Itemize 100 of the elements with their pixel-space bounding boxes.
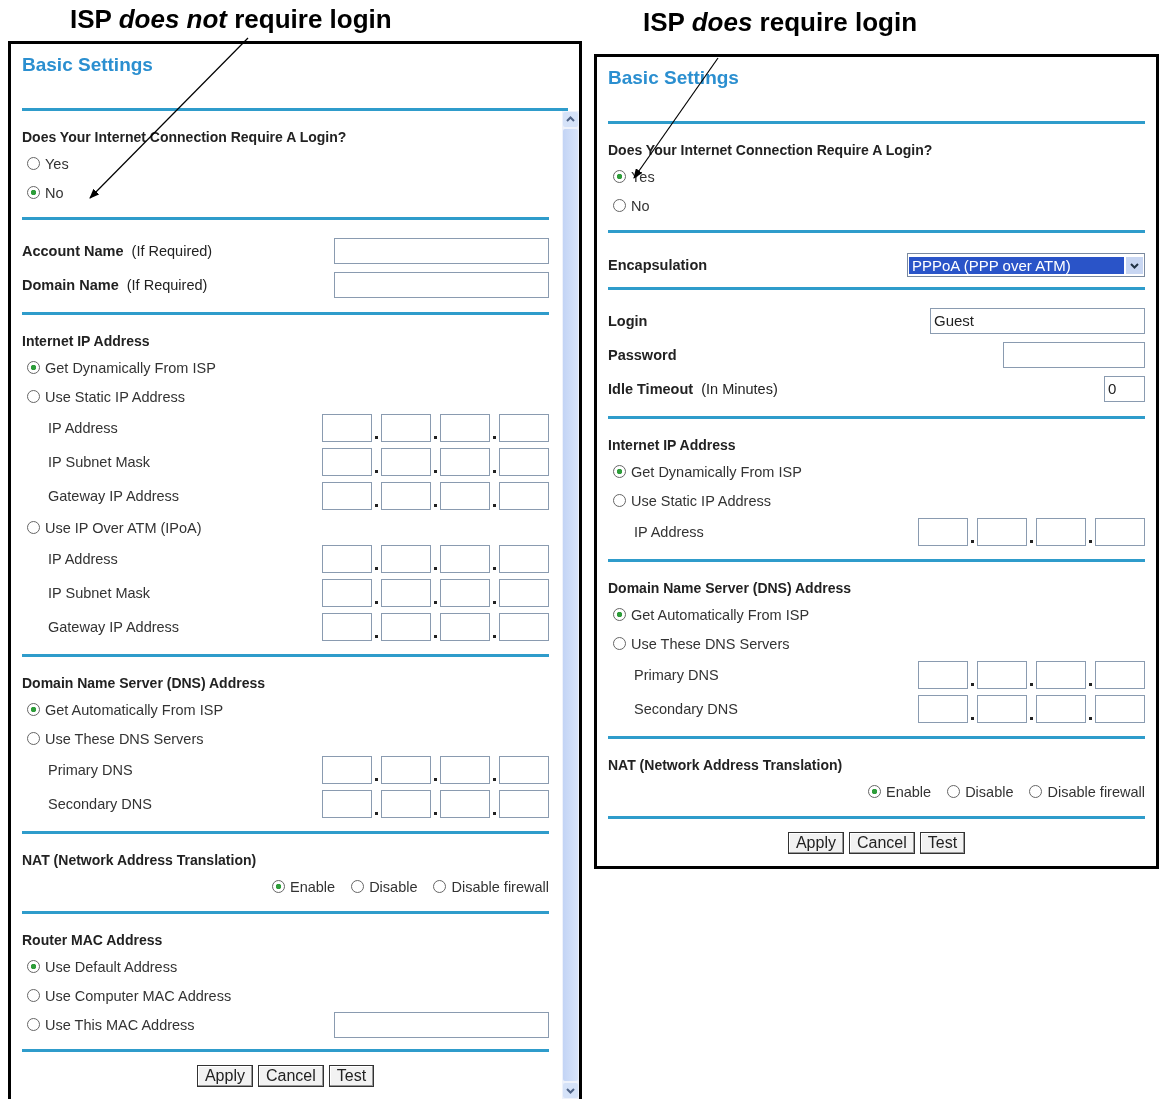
ip-octet-field[interactable] (322, 756, 372, 784)
scroll-up-icon[interactable] (563, 112, 578, 127)
radio-button[interactable] (613, 465, 626, 478)
ip-octet-field[interactable] (381, 790, 431, 818)
radio-button[interactable] (27, 960, 40, 973)
ip-octet-field[interactable] (499, 579, 549, 607)
ip-octet-field[interactable] (499, 790, 549, 818)
radio-button[interactable] (613, 170, 626, 183)
radio-button[interactable] (613, 199, 626, 212)
radio-option[interactable]: Disable firewall (433, 878, 549, 895)
text-field[interactable] (334, 272, 549, 298)
ip-octet-field[interactable] (322, 414, 372, 442)
ip-octet-field[interactable] (381, 613, 431, 641)
radio-button[interactable] (867, 785, 881, 798)
form-button[interactable]: Test (328, 1065, 375, 1087)
ip-octet-field[interactable] (381, 579, 431, 607)
text-field[interactable]: Guest (930, 308, 1145, 334)
ip-octet-field[interactable] (499, 756, 549, 784)
radio-button[interactable] (27, 732, 40, 745)
text-field[interactable] (1003, 342, 1145, 368)
form-button[interactable]: Cancel (848, 832, 915, 854)
form-button[interactable]: Cancel (257, 1065, 324, 1087)
ip-octet-field[interactable] (499, 414, 549, 442)
radio-option[interactable]: Disable (351, 878, 418, 895)
radio-option[interactable]: Get Automatically From ISP (613, 606, 810, 623)
ip-octet-field[interactable] (977, 695, 1027, 723)
ip-octet-field[interactable] (381, 414, 431, 442)
radio-option[interactable]: Get Dynamically From ISP (613, 463, 802, 480)
ip-octet-field[interactable] (918, 518, 968, 546)
radio-button[interactable] (271, 880, 285, 893)
radio-option[interactable]: Use This MAC Address (27, 1016, 195, 1033)
form-button[interactable]: Apply (196, 1065, 253, 1087)
radio-option[interactable]: No (27, 184, 64, 201)
text-field[interactable] (334, 238, 549, 264)
ip-octet-field[interactable] (440, 756, 490, 784)
ip-octet-field[interactable] (977, 518, 1027, 546)
ip-octet-field[interactable] (440, 613, 490, 641)
ip-octet-field[interactable] (499, 448, 549, 476)
radio-option[interactable]: Use IP Over ATM (IPoA) (27, 519, 202, 536)
radio-button[interactable] (27, 157, 40, 170)
encapsulation-dropdown[interactable]: PPPoA (PPP over ATM) (907, 253, 1145, 277)
ip-octet-field[interactable] (322, 448, 372, 476)
ip-octet-field[interactable] (1095, 695, 1145, 723)
mac-address-field[interactable] (334, 1011, 549, 1038)
ip-octet-field[interactable] (440, 579, 490, 607)
ip-octet-field[interactable] (440, 545, 490, 573)
ip-octet-field[interactable] (381, 756, 431, 784)
radio-button[interactable] (27, 521, 40, 534)
radio-button[interactable] (1029, 785, 1043, 798)
radio-option[interactable]: No (613, 197, 650, 214)
ip-octet-field[interactable] (440, 448, 490, 476)
ip-octet-field[interactable] (322, 482, 372, 510)
radio-option[interactable]: Use Static IP Address (27, 388, 185, 405)
radio-button[interactable] (351, 880, 365, 893)
radio-button[interactable] (27, 1018, 40, 1031)
ip-octet-field[interactable] (918, 695, 968, 723)
radio-option[interactable]: Yes (27, 155, 69, 172)
radio-option[interactable]: Use These DNS Servers (27, 730, 204, 747)
ip-octet-field[interactable] (381, 482, 431, 510)
radio-button[interactable] (433, 880, 447, 893)
radio-button[interactable] (613, 494, 626, 507)
ip-octet-field[interactable] (1036, 661, 1086, 689)
ip-octet-field[interactable] (322, 790, 372, 818)
ip-octet-field[interactable] (440, 790, 490, 818)
ip-octet-field[interactable] (322, 613, 372, 641)
radio-button[interactable] (613, 608, 626, 621)
radio-option[interactable]: Disable firewall (1029, 783, 1145, 800)
ip-octet-field[interactable] (499, 545, 549, 573)
ip-octet-field[interactable] (499, 482, 549, 510)
radio-option[interactable]: Enable (271, 878, 336, 895)
form-button[interactable]: Test (919, 832, 966, 854)
radio-button[interactable] (613, 637, 626, 650)
radio-option[interactable]: Enable (867, 783, 932, 800)
ip-octet-field[interactable] (1036, 695, 1086, 723)
radio-option[interactable]: Use These DNS Servers (613, 635, 790, 652)
radio-option[interactable]: Disable (947, 783, 1014, 800)
ip-octet-field[interactable] (1095, 518, 1145, 546)
ip-octet-field[interactable] (977, 661, 1027, 689)
form-button[interactable]: Apply (787, 832, 844, 854)
ip-octet-field[interactable] (499, 613, 549, 641)
radio-option[interactable]: Get Automatically From ISP (27, 701, 224, 718)
radio-button[interactable] (27, 703, 40, 716)
radio-button[interactable] (27, 390, 40, 403)
ip-octet-field[interactable] (1095, 661, 1145, 689)
radio-option[interactable]: Get Dynamically From ISP (27, 359, 216, 376)
ip-octet-field[interactable] (322, 545, 372, 573)
ip-octet-field[interactable] (381, 448, 431, 476)
text-field[interactable]: 0 (1104, 376, 1145, 402)
scroll-down-icon[interactable] (563, 1083, 578, 1098)
radio-button[interactable] (27, 186, 40, 199)
ip-octet-field[interactable] (1036, 518, 1086, 546)
ip-octet-field[interactable] (322, 579, 372, 607)
radio-button[interactable] (27, 989, 40, 1002)
radio-button[interactable] (27, 361, 40, 374)
ip-octet-field[interactable] (440, 482, 490, 510)
radio-option[interactable]: Use Default Address (27, 958, 178, 975)
ip-octet-field[interactable] (381, 545, 431, 573)
radio-button[interactable] (947, 785, 961, 798)
ip-octet-field[interactable] (440, 414, 490, 442)
radio-option[interactable]: Use Computer MAC Address (27, 987, 232, 1004)
